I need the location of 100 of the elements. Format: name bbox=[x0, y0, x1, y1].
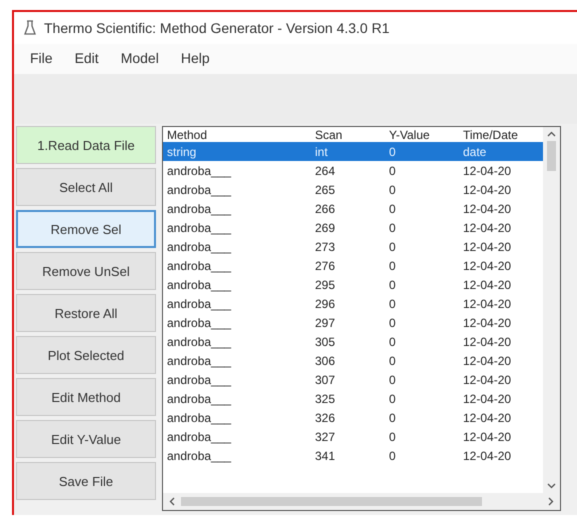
table-cell-text: 296 bbox=[314, 296, 336, 310]
table-cell-text: 12-04-20 bbox=[462, 448, 512, 462]
column-header[interactable]: Time/Date bbox=[459, 128, 543, 142]
scroll-up-icon[interactable] bbox=[547, 131, 556, 137]
table-cell-text: 12-04-20 bbox=[462, 258, 512, 272]
action-button[interactable]: Edit Method bbox=[16, 378, 156, 416]
table-cell-text: androba___ bbox=[166, 182, 232, 196]
table-cell-text: androba___ bbox=[166, 220, 232, 234]
table-cell-text: 0 bbox=[388, 372, 397, 386]
table-row[interactable]: androba___ 276 0 12-04-20 bbox=[163, 256, 543, 275]
window-title: Thermo Scientific: Method Generator - Version 4.3.0 R1 bbox=[44, 20, 390, 36]
table-cell-text: 12-04-20 bbox=[462, 372, 512, 386]
table-row[interactable]: androba___ 297 0 12-04-20 bbox=[163, 313, 543, 332]
action-button[interactable]: Restore All bbox=[16, 294, 156, 332]
table-row[interactable]: androba___ 265 0 12-04-20 bbox=[163, 180, 543, 199]
table-cell-text: 12-04-20 bbox=[462, 316, 512, 330]
table-cell-text: 0 bbox=[388, 392, 397, 406]
table-row[interactable]: string int 0 date bbox=[163, 142, 543, 161]
table-cell-text: 0 bbox=[388, 240, 397, 254]
table-cell-text: 12-04-20 bbox=[462, 220, 512, 234]
scroll-thumb[interactable] bbox=[547, 141, 556, 171]
table-cell-text: 266 bbox=[314, 202, 336, 216]
table-cell-text: androba___ bbox=[166, 240, 232, 254]
table-cell-text: androba___ bbox=[166, 278, 232, 292]
table-cell-text: androba___ bbox=[166, 354, 232, 368]
action-button[interactable]: Remove UnSel bbox=[16, 252, 156, 290]
table-cell-text: 0 bbox=[388, 334, 397, 348]
horizontal-scrollbar[interactable] bbox=[163, 493, 560, 510]
table-row[interactable]: androba___ 307 0 12-04-20 bbox=[163, 370, 543, 389]
table-cell-text: 12-04-20 bbox=[462, 278, 512, 292]
table-cell-text: 341 bbox=[314, 448, 336, 462]
table-cell-text: 325 bbox=[314, 392, 336, 406]
table-cell-text: 276 bbox=[314, 258, 336, 272]
scroll-left-icon[interactable] bbox=[169, 497, 175, 506]
table-cell-text: androba___ bbox=[166, 258, 232, 272]
table-row[interactable]: androba___ 326 0 12-04-20 bbox=[163, 408, 543, 427]
table-cell-text: 306 bbox=[314, 354, 336, 368]
column-header[interactable]: Y-Value bbox=[385, 128, 459, 142]
table-cell-text: 12-04-20 bbox=[462, 202, 512, 216]
table-row[interactable]: androba___ 266 0 12-04-20 bbox=[163, 199, 543, 218]
scroll-thumb[interactable] bbox=[181, 497, 482, 506]
scroll-right-icon[interactable] bbox=[548, 497, 554, 506]
table-cell-text: 0 bbox=[388, 430, 397, 444]
table-cell-text: date bbox=[462, 144, 488, 158]
table-cell-text: 0 bbox=[388, 278, 397, 292]
table-cell-text: androba___ bbox=[166, 410, 232, 424]
table-row[interactable]: androba___ 341 0 12-04-20 bbox=[163, 446, 543, 465]
table-cell-text: 0 bbox=[388, 202, 397, 216]
table-cell-text: 12-04-20 bbox=[462, 392, 512, 406]
table-row[interactable]: androba___ 306 0 12-04-20 bbox=[163, 351, 543, 370]
table-cell-text: 297 bbox=[314, 316, 336, 330]
scroll-down-icon[interactable] bbox=[547, 483, 556, 489]
menu-item[interactable]: Model bbox=[120, 50, 159, 66]
table-cell-text: 12-04-20 bbox=[462, 164, 512, 178]
table-row[interactable]: androba___ 269 0 12-04-20 bbox=[163, 218, 543, 237]
table-cell-text: androba___ bbox=[166, 202, 232, 216]
table-row[interactable]: androba___ 327 0 12-04-20 bbox=[163, 427, 543, 446]
table-cell-text: 0 bbox=[388, 182, 397, 196]
table-cell-text: 0 bbox=[388, 220, 397, 234]
table-cell-text: 273 bbox=[314, 240, 336, 254]
table-cell-text: 12-04-20 bbox=[462, 354, 512, 368]
table-cell-text: androba___ bbox=[166, 164, 232, 178]
action-button[interactable]: 1.Read Data File bbox=[16, 126, 156, 164]
table-cell-text: 12-04-20 bbox=[462, 182, 512, 196]
table-row[interactable]: androba___ 325 0 12-04-20 bbox=[163, 389, 543, 408]
table-cell-text: 0 bbox=[388, 448, 397, 462]
table-cell-text: androba___ bbox=[166, 296, 232, 310]
action-button[interactable]: Select All bbox=[16, 168, 156, 206]
table-cell-text: 0 bbox=[388, 144, 397, 158]
action-button[interactable]: Save File bbox=[16, 462, 156, 500]
vertical-scrollbar[interactable] bbox=[543, 127, 560, 493]
action-button[interactable]: Remove Sel bbox=[16, 210, 156, 248]
table-cell-text: string bbox=[166, 144, 198, 158]
table-row[interactable]: androba___ 295 0 12-04-20 bbox=[163, 275, 543, 294]
table-row[interactable]: androba___ 264 0 12-04-20 bbox=[163, 161, 543, 180]
table-cell-text: 0 bbox=[388, 354, 397, 368]
table-cell-text: 0 bbox=[388, 164, 397, 178]
menu-item[interactable]: Edit bbox=[74, 50, 99, 66]
table-cell-text: 0 bbox=[388, 296, 397, 310]
table-row[interactable]: androba___ 296 0 12-04-20 bbox=[163, 294, 543, 313]
table-cell-text: 264 bbox=[314, 164, 336, 178]
table-cell-text: 12-04-20 bbox=[462, 410, 512, 424]
table-cell-text: androba___ bbox=[166, 448, 232, 462]
table-cell-text: 0 bbox=[388, 258, 397, 272]
menu-item[interactable]: Help bbox=[180, 50, 210, 66]
table-row[interactable]: androba___ 305 0 12-04-20 bbox=[163, 332, 543, 351]
column-header[interactable]: Scan bbox=[311, 128, 385, 142]
table-cell-text: androba___ bbox=[166, 430, 232, 444]
table-cell-text: 0 bbox=[388, 410, 397, 424]
table-cell-text: 307 bbox=[314, 372, 336, 386]
table-cell-text: int bbox=[314, 144, 329, 158]
table-cell-text: 269 bbox=[314, 220, 336, 234]
column-header[interactable]: Method bbox=[163, 128, 311, 142]
table-cell-text: androba___ bbox=[166, 392, 232, 406]
action-button[interactable]: Plot Selected bbox=[16, 336, 156, 374]
table-row[interactable]: androba___ 273 0 12-04-20 bbox=[163, 237, 543, 256]
table-cell-text: 295 bbox=[314, 278, 336, 292]
action-button[interactable]: Edit Y-Value bbox=[16, 420, 156, 458]
menu-item[interactable]: File bbox=[30, 50, 53, 66]
table-cell-text: 326 bbox=[314, 410, 336, 424]
